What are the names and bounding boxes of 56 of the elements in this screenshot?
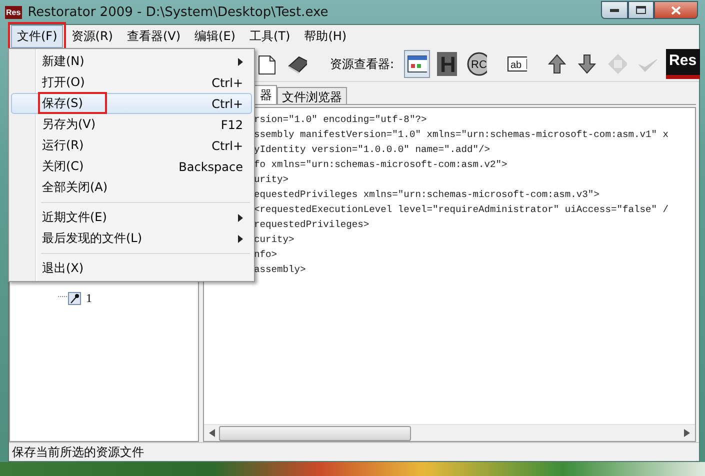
code-line: urity>	[254, 173, 290, 187]
down-arrow-icon	[578, 54, 596, 74]
close-icon	[671, 6, 681, 14]
minimize-icon	[610, 8, 619, 12]
menu-item[interactable]: 另存为(V) F12	[11, 114, 252, 135]
menu-item[interactable]: 最后发现的文件(L)	[11, 228, 252, 249]
menu-item[interactable]: 退出(X)	[11, 258, 252, 279]
toolbar-button[interactable]	[404, 50, 430, 78]
menu-item[interactable]: 编辑(E)	[188, 24, 242, 48]
book-icon	[287, 54, 307, 74]
menu-item[interactable]: 打开(O) Ctrl+	[11, 72, 252, 93]
app-icon: Res	[5, 6, 22, 18]
menu-item[interactable]: 工具(T)	[244, 24, 296, 48]
menu-item[interactable]: 保存(S) Ctrl+	[11, 93, 252, 114]
page-icon	[257, 53, 277, 75]
menu-item[interactable]: 近期文件(E)	[11, 207, 252, 228]
logo: Res	[666, 49, 700, 79]
left-arrow-icon[interactable]	[209, 429, 215, 437]
code-line: <requestedExecutionLevel level="requireAdministrator" uiAccess="false" /	[254, 203, 670, 217]
resource-icon	[58, 292, 82, 305]
maximize-icon	[636, 6, 646, 14]
toolbar-button[interactable]: ab	[504, 50, 530, 78]
code-line: requestedPrivileges>	[254, 218, 370, 232]
menu-item[interactable]: 全部关闭(A)	[11, 177, 252, 198]
close-button[interactable]	[654, 1, 698, 19]
window-icon	[407, 55, 428, 73]
submenu-arrow-icon	[238, 234, 243, 242]
code-line: fo xmlns="urn:schemas-microsoft-com:asm.v2">	[254, 158, 508, 172]
menu-item[interactable]: 关闭(C) Backspace	[11, 156, 252, 177]
code-line: ssembly manifestVersion="1.0" xmlns="urn:schemas-microsoft-com:asm.v1" x	[254, 128, 670, 142]
right-arrow-icon[interactable]	[684, 429, 690, 437]
menu-item[interactable]: 资源(R)	[65, 24, 119, 48]
up-arrow-icon	[548, 54, 566, 74]
maximize-button[interactable]	[628, 1, 654, 19]
tab[interactable]: 文件浏览器	[277, 87, 347, 104]
code-line: yIdentity version="1.0.0.0" name=".add"/>	[254, 143, 492, 157]
status-bar: 保存当前所选的资源文件	[9, 442, 699, 461]
menu-item[interactable]: 运行(R) Ctrl+	[11, 135, 252, 156]
menu-item[interactable]: 帮助(H)	[298, 24, 353, 48]
code-line: curity>	[254, 233, 296, 247]
diamond-icon	[607, 53, 628, 75]
code-line: rsion="1.0" encoding="utf-8"?>	[254, 113, 428, 127]
minimize-button[interactable]	[601, 1, 628, 19]
text-field-icon: ab	[507, 56, 528, 72]
horizontal-scrollbar[interactable]	[204, 424, 695, 441]
tree-item[interactable]: 1	[86, 291, 92, 306]
code-line: assembly>	[254, 263, 307, 277]
toolbar-label: 资源查看器:	[330, 56, 394, 72]
menu-item[interactable]: 文件(F)	[11, 24, 64, 48]
menu-item[interactable]: 新建(N)	[11, 51, 252, 72]
menu-item[interactable]: 查看器(V)	[120, 24, 187, 48]
code-line: nfo>	[254, 248, 278, 262]
submenu-arrow-icon	[238, 58, 243, 66]
window-title: Restorator 2009 - D:\System\Desktop\Test.exe	[28, 4, 330, 20]
code-line: equestedPrivileges xmlns="urn:schemas-microsoft-com:asm.v3">	[254, 188, 600, 202]
submenu-arrow-icon	[238, 214, 243, 222]
